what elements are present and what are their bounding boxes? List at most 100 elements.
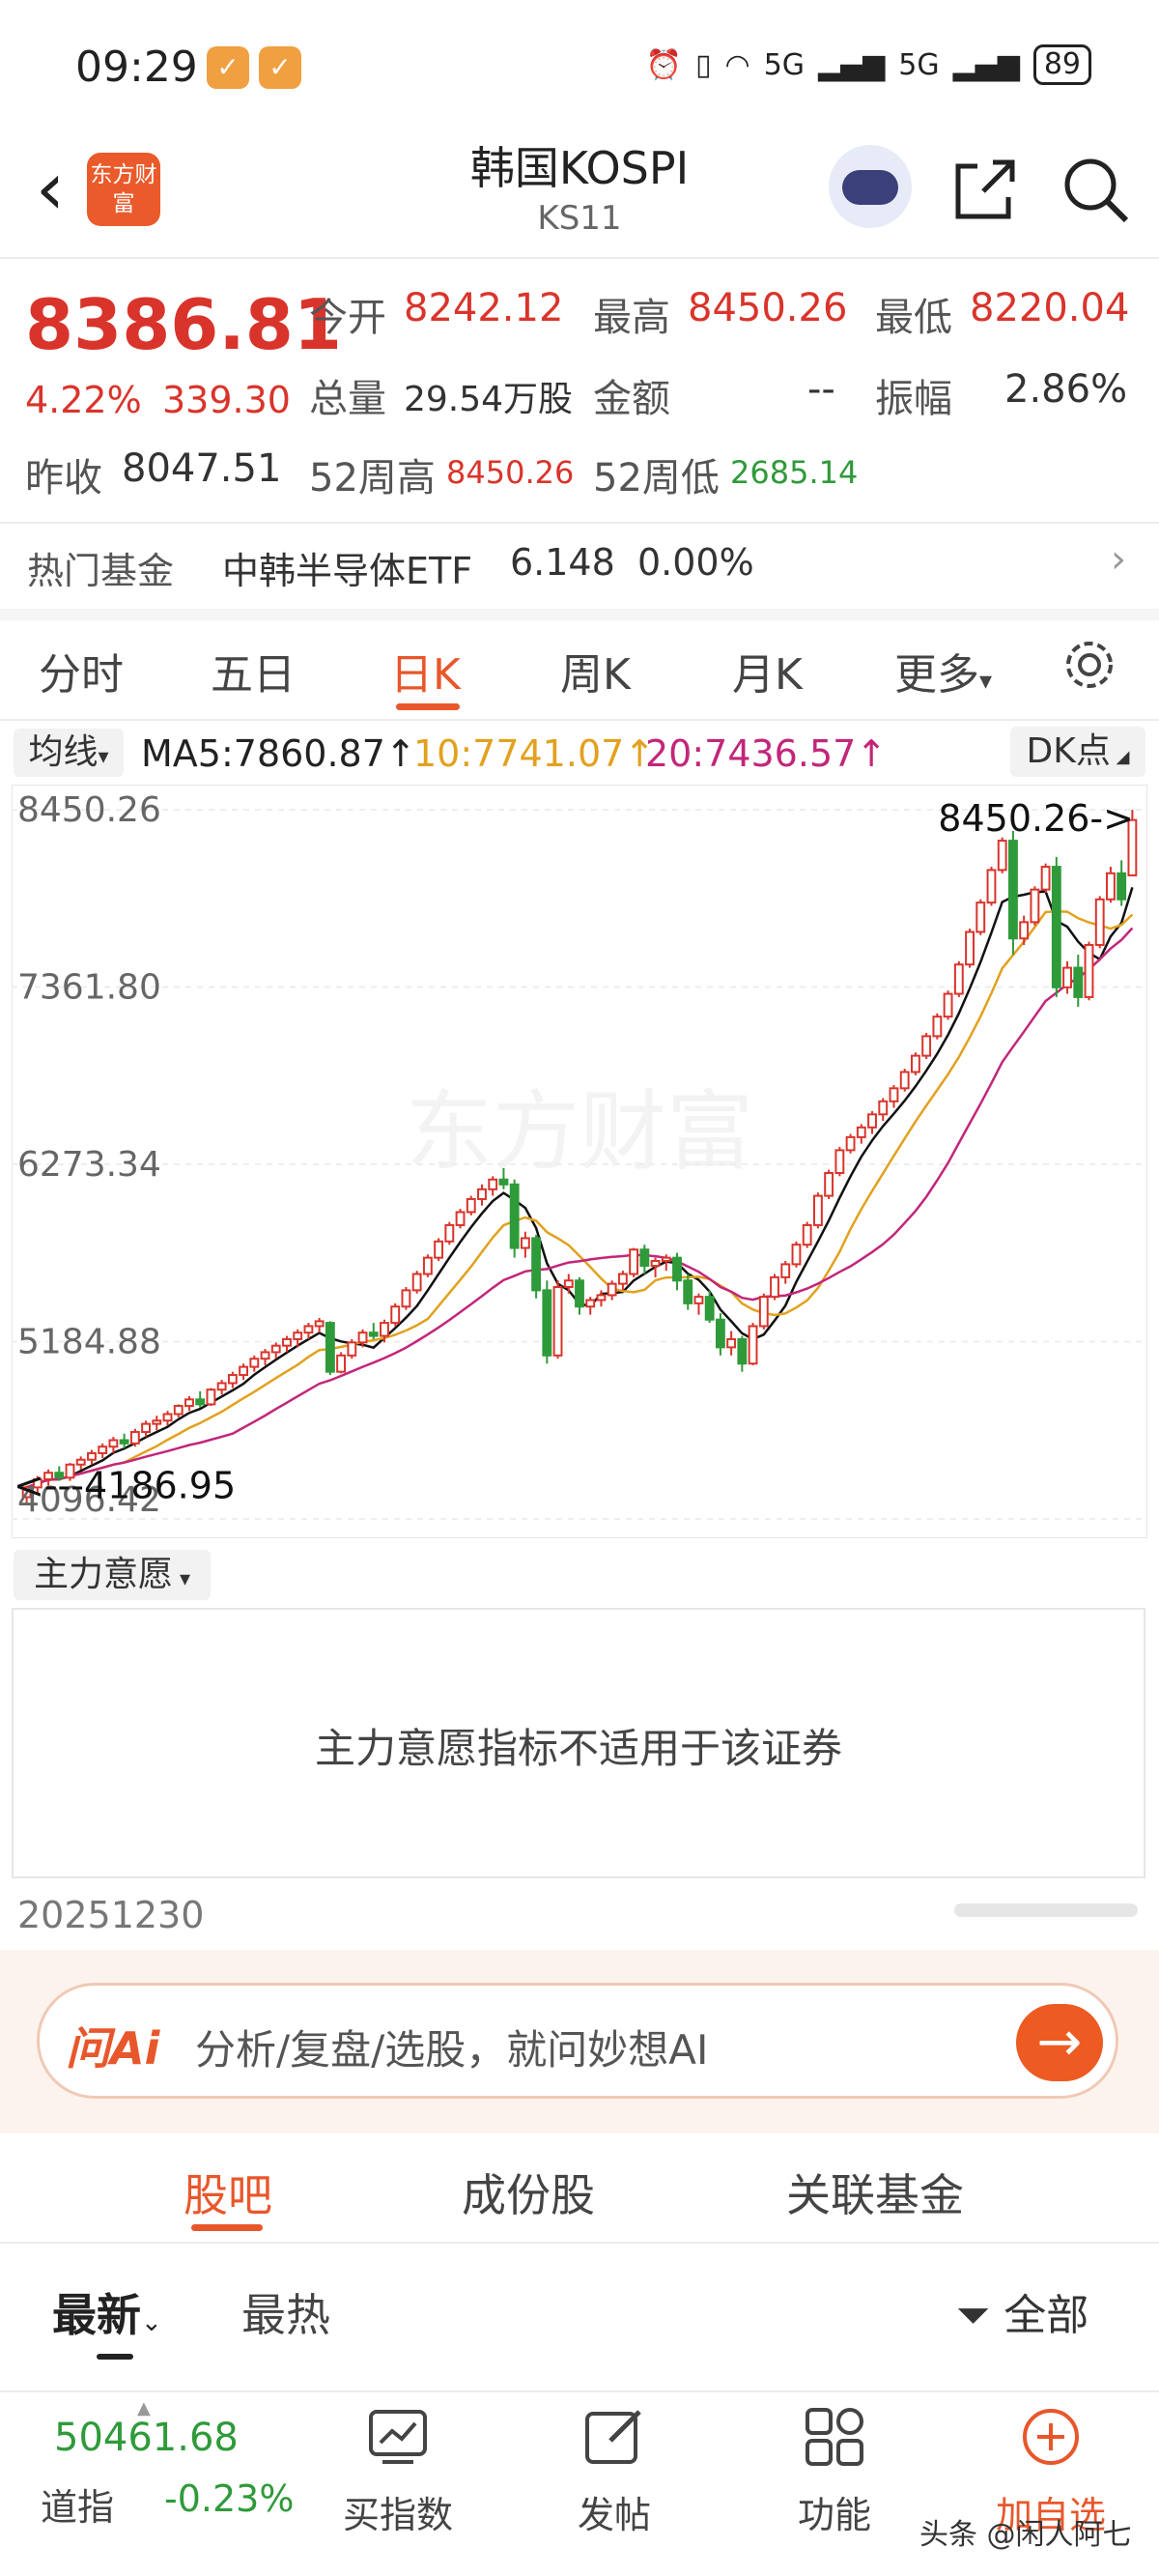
candle-body [986,869,997,904]
ai-placeholder[interactable]: 分析/复盘/选股，就问妙想AI [195,2018,708,2076]
candle-body [975,902,986,933]
dji-name: 道指 [41,2486,115,2529]
candle-body [1084,943,1094,998]
y-tick-label: 5184.88 [17,1323,161,1362]
chart-date: 20251230 [17,1894,205,1936]
candle-body [141,1422,151,1434]
candle-body [596,1294,607,1302]
chart-scrollbar[interactable] [954,1903,1138,1917]
signal-bars-icon: ▂▄▆ [818,47,886,82]
candle-body [552,1286,563,1357]
candle-body [184,1398,194,1408]
change-percent: 4.22% [25,379,142,421]
amplitude-label: 振幅 [875,377,952,421]
main-force-selector[interactable]: 主力意愿 ▾ [14,1550,211,1600]
nav-functions[interactable]: 功能 [748,2485,921,2538]
ai-submit-button[interactable]: → [1016,2004,1103,2081]
edit-post-icon[interactable] [583,2406,645,2468]
ma-selector-label: 均线 [28,732,99,772]
candle-body [737,1337,748,1365]
candle-body [607,1282,617,1297]
candle-body [390,1305,401,1325]
candle-body [87,1451,97,1461]
candle-body [802,1223,812,1246]
candle-body [845,1135,856,1152]
candle-body [498,1178,509,1186]
candle-body [531,1237,542,1292]
vibrate-icon: ▯ [694,47,712,82]
filter-icon: ⏷ [956,2291,991,2340]
candle-body [997,840,1007,872]
candle-body [899,1071,910,1090]
candle-body [411,1273,422,1292]
signal-2: 5G [898,47,940,82]
candle-body [368,1331,379,1337]
candle-body [878,1100,889,1116]
hot-fund-name[interactable]: 中韩半导体ETF [222,541,472,594]
tab-underline [191,2224,263,2231]
candle-body [650,1260,661,1268]
candlestick-chart[interactable]: 东方财富 8450.267361.806273.345184.884096.42… [12,785,1147,1538]
candle-body [889,1087,899,1102]
share-icon[interactable] [948,153,1022,226]
caret-down-icon: ▾ [979,667,993,696]
tab-week-k[interactable]: 周K [560,640,631,701]
low-value: 8220.04 [970,286,1130,330]
wk52-high-label: 52周高 [309,456,436,501]
nav-post[interactable]: 发帖 [527,2485,701,2538]
tab-five-day[interactable]: 五日 [211,640,296,701]
divider [0,2242,1159,2244]
tab-month-k[interactable]: 月K [732,640,803,701]
candle-body [357,1331,368,1344]
tab-guba[interactable]: 股吧 [184,2161,272,2224]
candle-body [239,1365,249,1377]
candle-body [1094,898,1105,946]
candle-body [509,1183,520,1249]
candle-body [152,1419,162,1425]
candle-body [943,992,953,1018]
candle-body [260,1351,270,1360]
candle-body [1106,872,1116,901]
ma-selector[interactable]: 均线▾ [14,729,124,777]
add-circle-icon[interactable] [1020,2406,1082,2468]
candle-body [325,1322,335,1373]
amount-label: 金额 [593,377,670,421]
wifi-icon: ◠ [724,47,750,82]
dji-change: -0.23% [164,2477,295,2520]
candle-body [336,1354,347,1373]
nav-buy-index[interactable]: 买指数 [311,2485,485,2538]
ai-logo: 问Ai [66,2022,160,2075]
dji-value[interactable]: 50461.68 [54,2416,239,2460]
sort-hot[interactable]: 最热 [241,2280,330,2344]
candle-body [575,1279,584,1308]
candle-body [227,1374,238,1385]
dk-point-button[interactable]: DK点 ◢ [1010,727,1145,777]
candle-body [162,1413,173,1422]
hot-fund-label: 热门基金 [27,550,175,592]
gear-icon[interactable] [1060,636,1118,694]
open-label: 今开 [309,296,386,340]
candle-body [195,1398,206,1406]
sort-underline [97,2354,133,2360]
tab-underline [396,703,460,710]
tab-related-funds[interactable]: 关联基金 [786,2161,964,2224]
chart-trend-icon[interactable] [367,2406,429,2468]
tab-constituents[interactable]: 成份股 [462,2161,595,2224]
signal-1: 5G [763,47,806,82]
tab-intraday[interactable]: 分时 [39,640,124,701]
sort-latest-label: 最新 [52,2289,141,2341]
search-icon[interactable] [1059,153,1132,226]
candle-body [758,1296,769,1328]
low-label: 最低 [875,296,952,340]
change-amount: 339.30 [162,379,291,421]
candle-body [98,1445,108,1454]
tab-more[interactable]: 更多▾ [894,640,992,701]
sort-latest[interactable]: 最新⌄ [52,2280,162,2344]
candle-body [683,1279,693,1304]
apps-icon[interactable] [804,2406,865,2468]
chevron-down-icon: ⌄ [141,2308,162,2337]
filter-button[interactable]: ⏷ 全部 [956,2280,1088,2342]
ma10-value: 10:7741.07↑ [413,732,656,775]
tab-day-k[interactable]: 日K [390,640,461,701]
chevron-right-icon[interactable]: › [1111,537,1126,582]
